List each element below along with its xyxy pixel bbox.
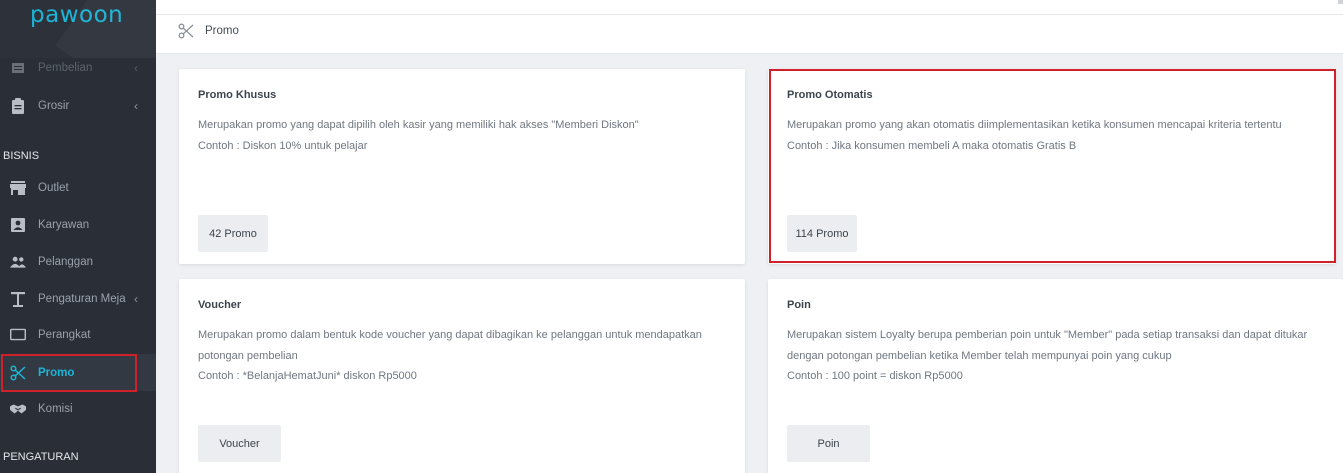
- top-bar: [156, 0, 1343, 15]
- handshake-icon: [10, 401, 26, 417]
- sidebar-item-perangkat[interactable]: Perangkat: [0, 316, 156, 353]
- poin-button[interactable]: Poin: [787, 425, 870, 462]
- corner-mark: [1338, 0, 1343, 4]
- list-icon: [10, 60, 26, 76]
- chevron-left-icon: ‹: [134, 60, 138, 75]
- logo[interactable]: pawoon: [30, 2, 123, 28]
- voucher-button[interactable]: Voucher: [198, 425, 281, 462]
- card-desc-text: Merupakan sistem Loyalty berupa pemberia…: [787, 329, 1308, 362]
- card-desc-text: Merupakan promo dalam bentuk kode vouche…: [198, 329, 702, 362]
- page-title: Promo: [205, 25, 239, 37]
- table-icon: [10, 291, 26, 307]
- card-example-text: Contoh : 100 point = diskon Rp5000: [787, 370, 963, 382]
- chevron-left-icon: ‹: [134, 98, 138, 113]
- highlight-box-promo-otomatis: [769, 69, 1336, 263]
- sidebar-item-pelanggan[interactable]: Pelanggan: [0, 243, 156, 280]
- sidebar: pawoon Pembelian ‹ Grosir ‹ BISNIS Outle…: [0, 0, 156, 473]
- card-example-text: Contoh : Diskon 10% untuk pelajar: [198, 139, 368, 152]
- sidebar-item-karyawan[interactable]: Karyawan: [0, 206, 156, 243]
- card-poin: Poin Merupakan sistem Loyalty berupa pem…: [768, 279, 1343, 473]
- clipboard-icon: [10, 97, 26, 114]
- card-title: Promo Khusus: [198, 89, 277, 101]
- people-icon: [10, 254, 26, 270]
- sidebar-item-label: Grosir: [38, 99, 70, 112]
- card-voucher: Voucher Merupakan promo dalam bentuk kod…: [179, 279, 745, 473]
- store-icon: [10, 180, 26, 196]
- device-icon: [10, 327, 26, 343]
- card-description: Merupakan promo yang dapat dipilih oleh …: [198, 115, 727, 156]
- sidebar-item-pembelian[interactable]: Pembelian ‹: [0, 49, 156, 86]
- sidebar-item-outlet[interactable]: Outlet: [0, 169, 156, 206]
- sidebar-item-label: Komisi: [38, 402, 73, 415]
- card-example-text: Contoh : *BelanjaHematJuni* diskon Rp500…: [198, 370, 417, 382]
- section-label-pengaturan: PENGATURAN: [3, 451, 79, 463]
- card-promo-khusus: Promo Khusus Merupakan promo yang dapat …: [179, 69, 745, 264]
- sidebar-item-label: Pengaturan Meja: [38, 292, 126, 305]
- sidebar-item-komisi[interactable]: Komisi: [0, 390, 156, 427]
- card-description: Merupakan promo dalam bentuk kode vouche…: [198, 325, 727, 387]
- sidebar-item-label: Pembelian: [38, 61, 93, 74]
- breadcrumb: Promo: [156, 15, 1343, 54]
- sidebar-item-label: Outlet: [38, 181, 69, 194]
- card-title: Voucher: [198, 299, 242, 311]
- highlight-box-promo: [1, 354, 137, 392]
- sidebar-item-label: Karyawan: [38, 218, 90, 231]
- sidebar-item-grosir[interactable]: Grosir ‹: [0, 87, 156, 124]
- card-title: Poin: [787, 299, 811, 311]
- card-description: Merupakan sistem Loyalty berupa pemberia…: [787, 325, 1325, 387]
- sidebar-item-pengaturan-meja[interactable]: Pengaturan Meja ‹: [0, 280, 156, 317]
- chevron-left-icon: ‹: [134, 291, 138, 306]
- sidebar-item-label: Perangkat: [38, 328, 91, 341]
- section-label-bisnis: BISNIS: [3, 150, 40, 162]
- promo-khusus-count-button[interactable]: 42 Promo: [198, 215, 268, 252]
- id-card-icon: [10, 217, 26, 233]
- sidebar-item-label: Pelanggan: [38, 255, 93, 268]
- scissors-icon: [178, 23, 194, 44]
- card-desc-text: Merupakan promo yang dapat dipilih oleh …: [198, 119, 639, 131]
